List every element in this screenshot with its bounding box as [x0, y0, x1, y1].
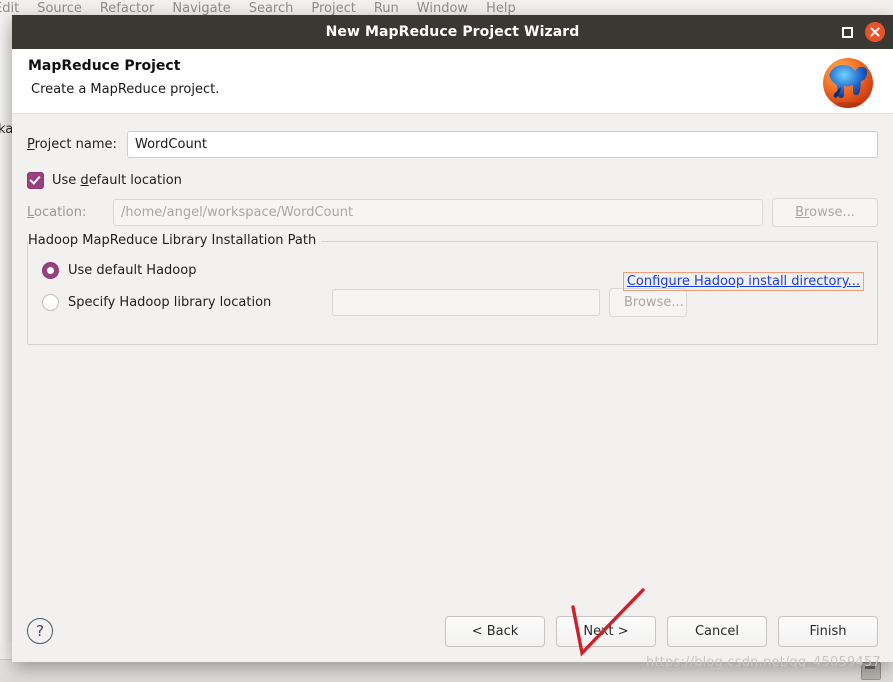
wizard-footer: ? < Back Next > Cancel Finish	[12, 600, 893, 662]
help-icon[interactable]: ?	[27, 618, 53, 644]
use-default-hadoop-label: Use default Hadoop	[68, 263, 197, 278]
window-controls	[842, 15, 885, 49]
maximize-icon[interactable]	[842, 26, 853, 38]
new-mapreduce-project-wizard-dialog: New MapReduce Project Wizard MapReduce P…	[12, 15, 893, 662]
close-icon[interactable]	[865, 22, 885, 42]
project-name-row: Project name:	[27, 131, 878, 158]
location-input[interactable]	[113, 199, 763, 226]
location-browse-button[interactable]: Browse...	[772, 198, 878, 227]
hadoop-elephant-icon	[817, 53, 879, 111]
footer-button-group: < Back Next > Cancel Finish	[445, 615, 878, 647]
next-button[interactable]: Next >	[556, 615, 656, 647]
specify-hadoop-library-row[interactable]: Specify Hadoop library location Browse..…	[42, 288, 863, 317]
location-label: Location:	[27, 205, 87, 220]
hadoop-library-path-group-title: Hadoop MapReduce Library Installation Pa…	[28, 233, 323, 248]
cancel-button[interactable]: Cancel	[667, 615, 767, 647]
specify-hadoop-browse-button[interactable]: Browse...	[609, 288, 687, 317]
back-button[interactable]: < Back	[445, 615, 545, 647]
specify-hadoop-library-radio[interactable]	[42, 294, 59, 311]
dialog-title: New MapReduce Project Wizard	[325, 24, 580, 40]
wizard-header-title: MapReduce Project	[28, 58, 181, 74]
dialog-title-bar: New MapReduce Project Wizard	[12, 15, 893, 49]
finish-button[interactable]: Finish	[778, 615, 878, 647]
wizard-header-description: Create a MapReduce project.	[31, 82, 220, 97]
use-default-location-label: Use default location	[52, 173, 182, 188]
hadoop-library-path-group: Hadoop MapReduce Library Installation Pa…	[27, 233, 878, 345]
use-default-hadoop-radio[interactable]	[42, 262, 59, 279]
use-default-location-checkbox-wrap[interactable]: Use default location	[27, 172, 182, 189]
specify-hadoop-library-input[interactable]	[332, 289, 600, 316]
watermark-text: https://blog.csdn.net/qq_45059457	[646, 655, 881, 670]
use-default-location-checkbox[interactable]	[27, 172, 44, 189]
configure-hadoop-install-directory-link[interactable]: Configure Hadoop install directory...	[622, 272, 864, 291]
location-row: Location: Browse...	[27, 198, 878, 227]
wizard-body: Project name: Use default location Locat…	[12, 114, 893, 600]
use-default-location-row: Use default location	[27, 172, 878, 189]
wizard-header: MapReduce Project Create a MapReduce pro…	[12, 49, 893, 114]
project-name-label: Project name:	[27, 137, 117, 152]
specify-hadoop-library-label: Specify Hadoop library location	[68, 295, 272, 310]
project-name-input[interactable]	[127, 131, 878, 158]
